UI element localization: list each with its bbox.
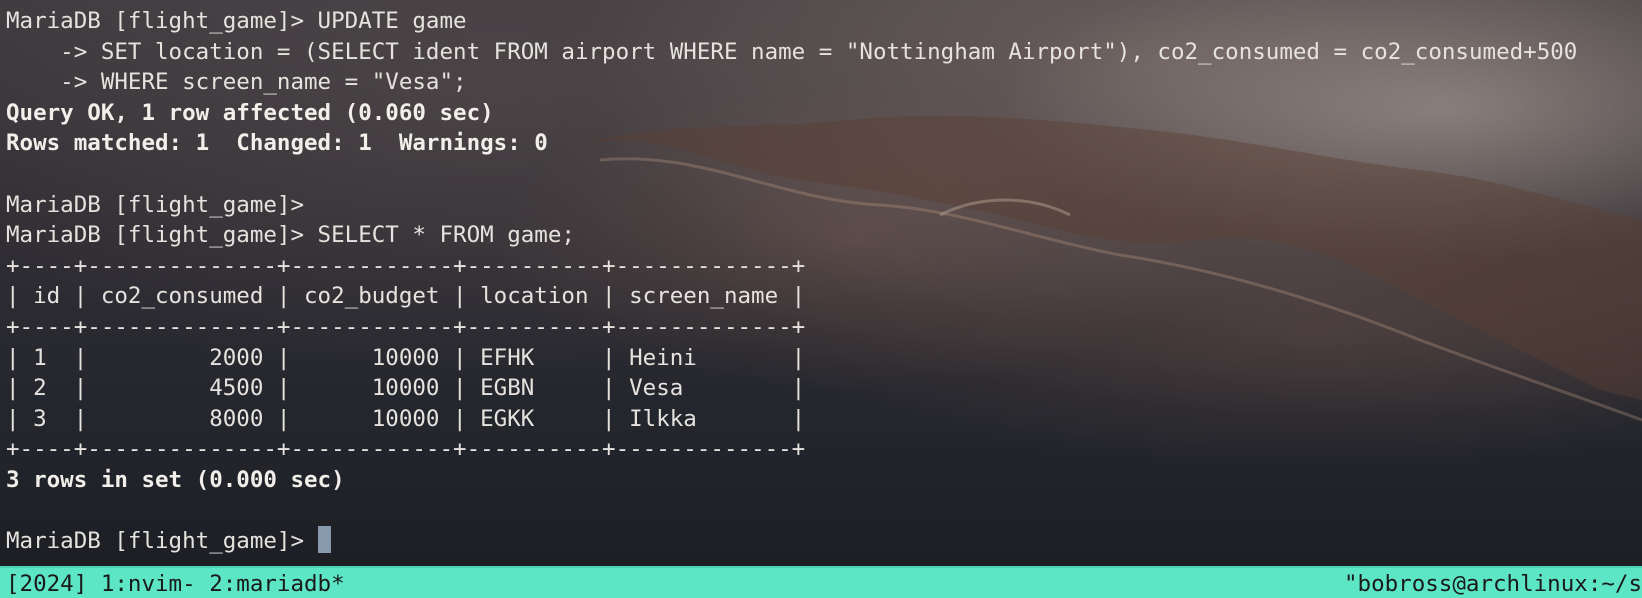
active-prompt-line[interactable]: MariaDB [flight_game]>: [6, 526, 1642, 557]
terminal-line-set: -> SET location = (SELECT ident FROM air…: [6, 38, 1578, 65]
terminal-line-select: MariaDB [flight_game]> SELECT * FROM gam…: [6, 222, 575, 249]
table-row: | 1 | 2000 | 10000 | EFHK | Heini |: [6, 344, 806, 371]
terminal-line-prompt: MariaDB [flight_game]>: [6, 191, 305, 218]
terminal-line-update: MariaDB [flight_game]> UPDATE game: [6, 8, 467, 34]
table-row: | 2 | 4500 | 10000 | EGBN | Vesa |: [6, 375, 806, 402]
text-cursor: [317, 526, 331, 554]
rows-matched-message: Rows matched: 1 Changed: 1 Warnings: 0: [6, 130, 548, 157]
terminal-line-where: -> WHERE screen_name = "Vesa";: [6, 69, 467, 96]
tmux-host-title: "bobross@archlinux:~/s: [1343, 571, 1642, 597]
query-ok-message: Query OK, 1 row affected (0.060 sec): [6, 99, 494, 126]
table-border-header: +----+--------------+------------+------…: [6, 313, 806, 340]
table-border-top: +----+--------------+------------+------…: [6, 252, 806, 279]
tmux-window-list[interactable]: [2024] 1:nvim- 2:mariadb*: [6, 568, 345, 598]
terminal-output[interactable]: MariaDB [flight_game]> UPDATE game -> SE…: [6, 6, 1642, 562]
rows-in-set-message: 3 rows in set (0.000 sec): [6, 466, 345, 493]
tmux-status-bar: [2024] 1:nvim- 2:mariadb* "bobross@archl…: [0, 566, 1642, 598]
table-border-bottom: +----+--------------+------------+------…: [6, 436, 806, 463]
table-header-row: | id | co2_consumed | co2_budget | locat…: [6, 283, 806, 310]
active-prompt: MariaDB [flight_game]>: [6, 528, 318, 555]
table-row: | 3 | 8000 | 10000 | EGKK | Ilkka |: [6, 405, 806, 432]
